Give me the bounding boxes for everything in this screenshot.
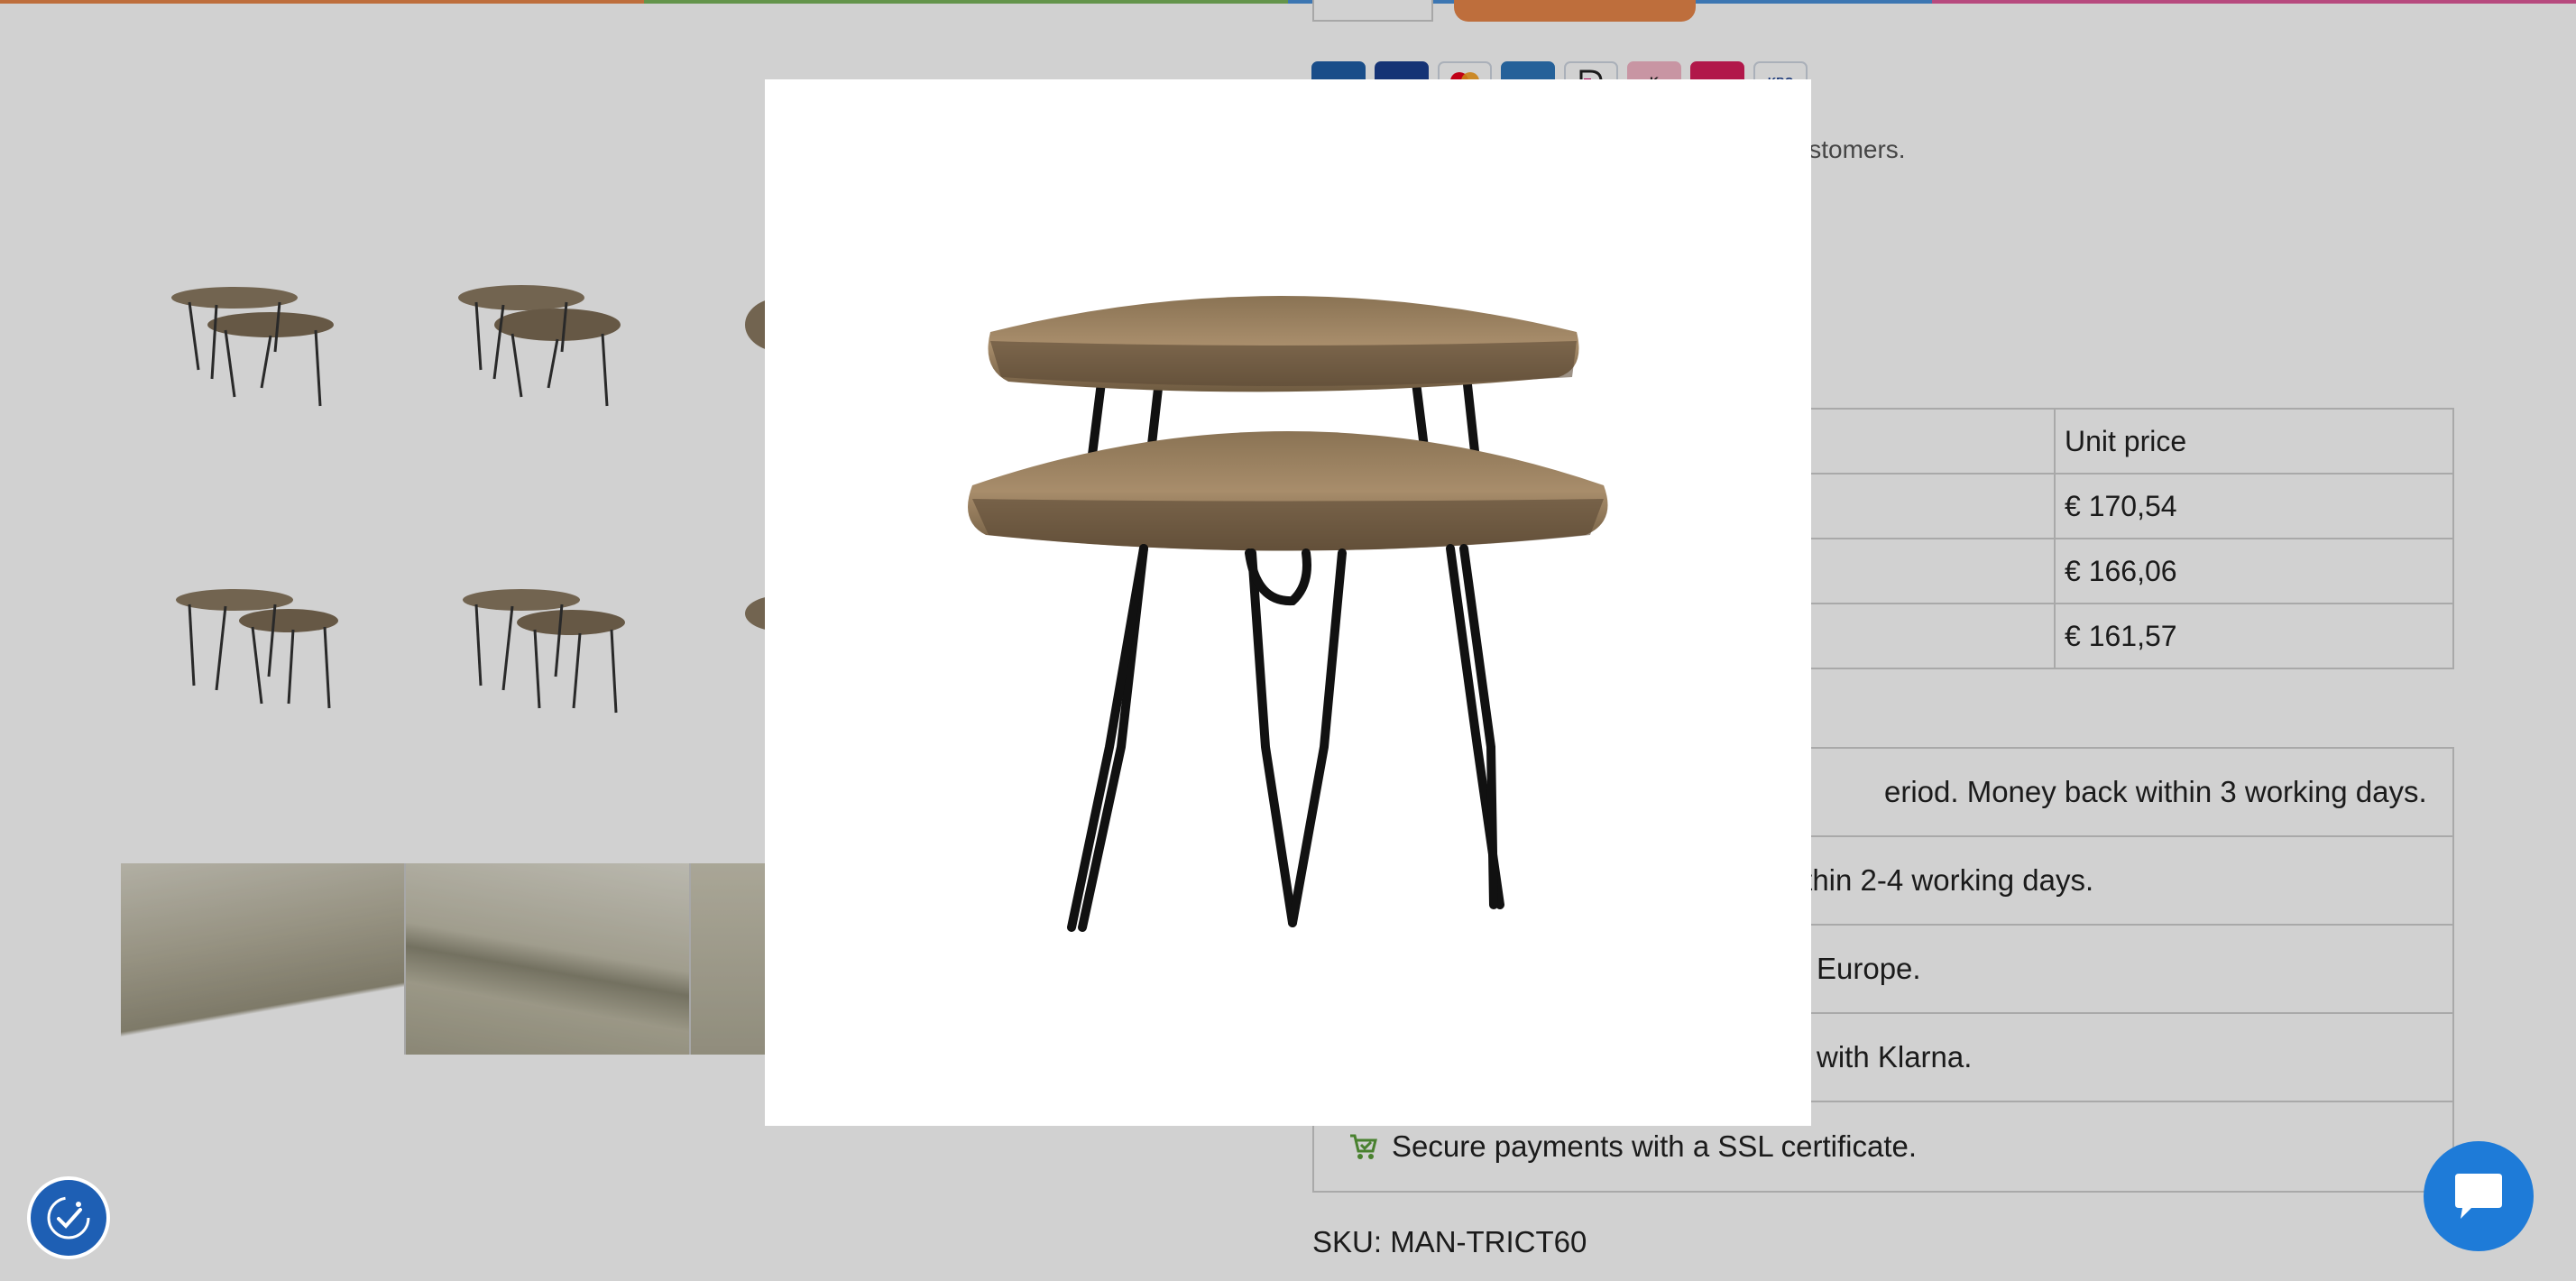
lightbox-image [765,79,1811,1126]
accessibility-button[interactable] [27,1176,110,1259]
chat-button[interactable] [2424,1141,2534,1251]
accessibility-icon [47,1196,90,1240]
nesting-table-image [968,296,1608,932]
chat-bubble-icon [2455,1174,2502,1219]
